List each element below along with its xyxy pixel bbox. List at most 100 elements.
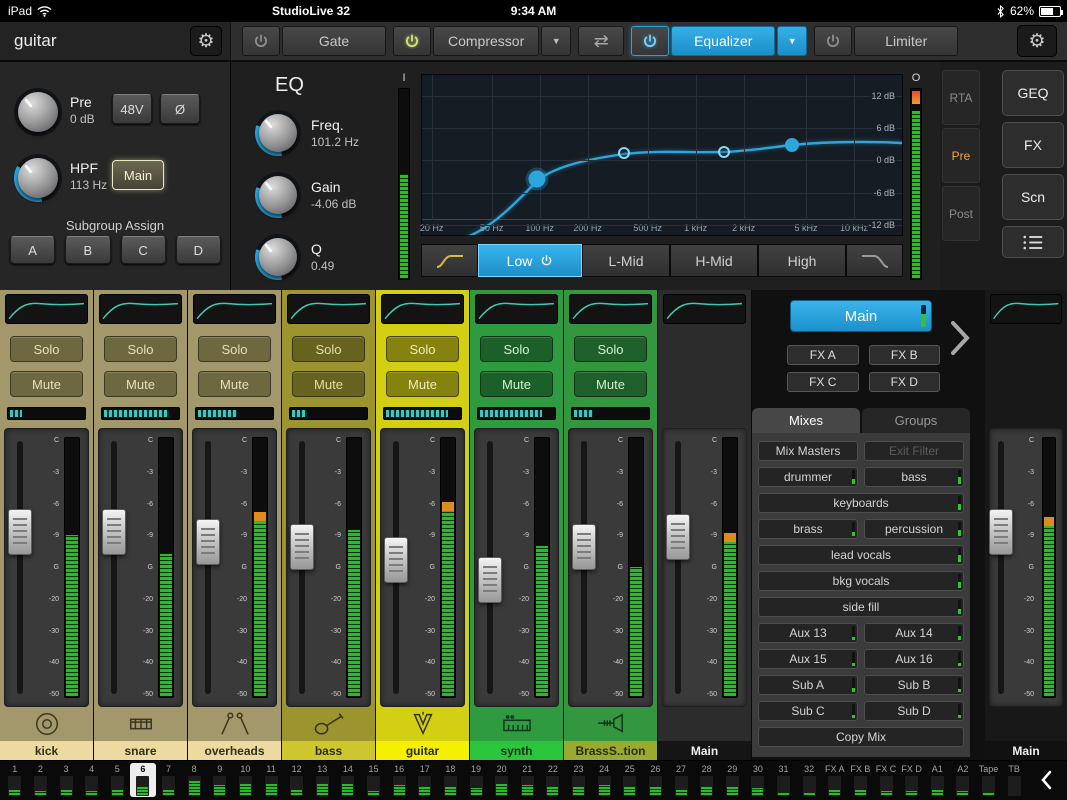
processor-power-equalizer[interactable] (631, 26, 669, 56)
bottom-channel-20[interactable]: 20 (489, 763, 515, 797)
channel-strip-snare[interactable]: SoloMuteC-3-6-9G-20-30-40-50snare (94, 290, 188, 760)
mix-item-brass[interactable]: brass (758, 519, 858, 539)
fader-handle[interactable] (102, 509, 126, 555)
channel-name[interactable]: Main (985, 741, 1067, 760)
bottom-channel-tb[interactable]: TB (1001, 763, 1027, 797)
main-assign-button[interactable]: Main (112, 160, 164, 190)
bottom-channel-10[interactable]: 10 (233, 763, 259, 797)
bottom-channel-17[interactable]: 17 (412, 763, 438, 797)
channel-name[interactable]: overheads (188, 741, 281, 760)
bottom-channel-7[interactable]: 7 (156, 763, 182, 797)
mute-button[interactable]: Mute (480, 371, 553, 397)
channel-strip-brasss-tion[interactable]: SoloMuteC-3-6-9G-20-30-40-50BrassS..tion (564, 290, 658, 760)
subgroup-button-a[interactable]: A (10, 236, 55, 264)
band-tab-l-mid[interactable]: L-Mid (582, 244, 670, 277)
bottom-channel-30[interactable]: 30 (745, 763, 771, 797)
channel-name[interactable]: snare (94, 741, 187, 760)
fader-handle[interactable] (384, 537, 408, 583)
mix-item-side-fill[interactable]: side fill (758, 597, 964, 617)
band-tab-low[interactable]: Low (478, 244, 582, 277)
eq-band-handle-3[interactable] (785, 138, 799, 152)
bottom-channel-fx-d[interactable]: FX D (899, 763, 925, 797)
mix-item-bkg-vocals[interactable]: bkg vocals (758, 571, 964, 591)
bottom-channel-a1[interactable]: A1 (925, 763, 951, 797)
fader-handle[interactable] (290, 524, 314, 570)
mix-item-percussion[interactable]: percussion (864, 519, 964, 539)
tab-groups[interactable]: Groups (862, 408, 970, 433)
mix-item-copy-mix[interactable]: Copy Mix (758, 727, 964, 747)
fader-track[interactable] (675, 441, 681, 694)
mix-item-keyboards[interactable]: keyboards (758, 493, 964, 513)
bottom-channel-a2[interactable]: A2 (950, 763, 976, 797)
mix-item-drummer[interactable]: drummer (758, 467, 858, 487)
copy-settings-button[interactable]: ⇄ (578, 26, 624, 56)
eq-band-handle-0[interactable] (529, 171, 546, 188)
page-button-geq[interactable]: GEQ (1002, 70, 1064, 116)
bottom-channel-3[interactable]: 3 (53, 763, 79, 797)
fader-handle[interactable] (196, 519, 220, 565)
solo-button[interactable]: Solo (574, 336, 647, 362)
channel-strip-kick[interactable]: SoloMuteC-3-6-9G-20-30-40-50kick (0, 290, 94, 760)
processor-power-limiter[interactable] (814, 26, 852, 56)
lpf-band-tab[interactable] (846, 244, 903, 277)
channel-name[interactable]: bass (282, 741, 375, 760)
eq-knob-dial-1[interactable] (255, 172, 301, 218)
bottom-channel-4[interactable]: 4 (79, 763, 105, 797)
channel-eq-thumbnail[interactable] (193, 294, 276, 324)
channel-name[interactable]: kick (0, 741, 93, 760)
channel-name[interactable]: guitar (376, 741, 469, 760)
bottom-channel-25[interactable]: 25 (617, 763, 643, 797)
band-tab-high[interactable]: High (758, 244, 846, 277)
polarity-button[interactable]: Ø (160, 94, 200, 124)
bottom-channel-11[interactable]: 11 (258, 763, 284, 797)
bottom-channel-fx-c[interactable]: FX C (873, 763, 899, 797)
fader-handle[interactable] (666, 514, 690, 560)
bottom-channel-31[interactable]: 31 (771, 763, 797, 797)
fader-track[interactable] (487, 441, 493, 694)
mute-button[interactable]: Mute (198, 371, 271, 397)
subgroup-button-d[interactable]: D (176, 236, 221, 264)
main-mix-button[interactable]: Main (790, 300, 932, 332)
mix-item-sub-c[interactable]: Sub C (758, 701, 858, 721)
solo-button[interactable]: Solo (480, 336, 553, 362)
processor-label-compressor[interactable]: Compressor (433, 26, 539, 56)
mute-button[interactable]: Mute (10, 371, 83, 397)
solo-button[interactable]: Solo (104, 336, 177, 362)
hpf-knob[interactable] (14, 154, 62, 202)
view-button-pre[interactable]: Pre (942, 128, 980, 183)
channel-eq-thumbnail[interactable] (99, 294, 182, 324)
channel-name[interactable]: Main (658, 741, 751, 760)
expand-chevron-icon[interactable] (949, 320, 971, 356)
channel-eq-thumbnail[interactable] (287, 294, 370, 324)
mix-item-aux-16[interactable]: Aux 16 (864, 649, 964, 669)
bottom-channel-6[interactable]: 6 (130, 763, 156, 797)
bottom-channel-8[interactable]: 8 (181, 763, 207, 797)
mix-item-lead-vocals[interactable]: lead vocals (758, 545, 964, 565)
mix-item-exit-filter[interactable]: Exit Filter (864, 441, 964, 461)
bottom-channel-15[interactable]: 15 (361, 763, 387, 797)
view-button-rta[interactable]: RTA (942, 70, 980, 125)
bottom-channel-27[interactable]: 27 (668, 763, 694, 797)
subgroup-button-c[interactable]: C (121, 236, 166, 264)
bottom-channel-18[interactable]: 18 (438, 763, 464, 797)
fader-track[interactable] (998, 441, 1004, 694)
fx-button-fx-c[interactable]: FX C (787, 372, 859, 392)
view-button-post[interactable]: Post (942, 186, 980, 241)
bottom-channel-19[interactable]: 19 (463, 763, 489, 797)
band-tab-h-mid[interactable]: H-Mid (670, 244, 758, 277)
bottom-channel-21[interactable]: 21 (515, 763, 541, 797)
bottom-channel-fx-b[interactable]: FX B (848, 763, 874, 797)
eq-knob-dial-2[interactable] (255, 234, 301, 280)
fader-track[interactable] (299, 441, 305, 694)
mix-item-sub-a[interactable]: Sub A (758, 675, 858, 695)
channel-strip-bass[interactable]: SoloMuteC-3-6-9G-20-30-40-50bass (282, 290, 376, 760)
mix-item-mix-masters[interactable]: Mix Masters (758, 441, 858, 461)
channel-name[interactable]: BrassS..tion (564, 741, 657, 760)
bottom-channel-1[interactable]: 1 (2, 763, 28, 797)
fx-button-fx-a[interactable]: FX A (787, 345, 859, 365)
channel-eq-thumbnail[interactable] (475, 294, 558, 324)
bottom-channel-22[interactable]: 22 (540, 763, 566, 797)
eq-band-handle-2[interactable] (718, 146, 730, 158)
bottom-channel-29[interactable]: 29 (720, 763, 746, 797)
processor-label-gate[interactable]: Gate (282, 26, 386, 56)
